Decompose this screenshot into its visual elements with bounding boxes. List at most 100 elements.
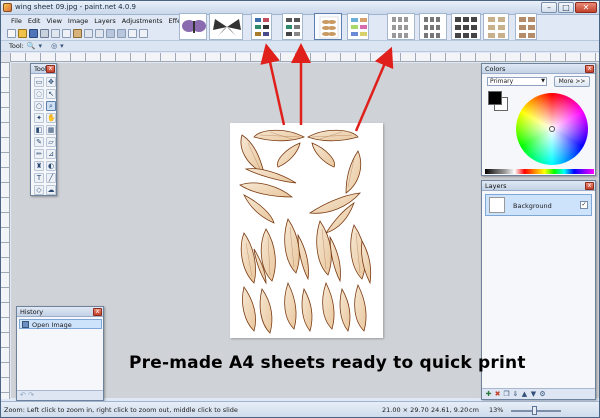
more-colors-button[interactable]: More >> <box>554 76 590 87</box>
add-layer-icon[interactable]: ✚ <box>485 390 492 398</box>
image-tab-5-active[interactable] <box>314 13 342 40</box>
zoom-slider-handle[interactable] <box>532 406 537 415</box>
ellipse-select-icon[interactable]: ○ <box>34 101 44 111</box>
tool-label: Tool: <box>9 42 24 50</box>
delete-layer-icon[interactable]: ✖ <box>494 390 501 398</box>
menu-adjustments[interactable]: Adjustments <box>122 17 163 25</box>
vertical-ruler <box>1 62 10 399</box>
clone-stamp-icon[interactable]: ♜ <box>34 161 44 171</box>
history-item-open-image[interactable]: Open Image <box>19 319 102 329</box>
paste-icon[interactable] <box>73 28 82 38</box>
deselect-icon[interactable] <box>95 28 104 38</box>
grid-icon[interactable] <box>128 28 137 38</box>
move-selection-icon[interactable]: ✥ <box>46 77 56 87</box>
menu-image[interactable]: Image <box>68 17 88 25</box>
menu-view[interactable]: View <box>46 17 61 25</box>
duplicate-layer-icon[interactable]: ❐ <box>503 390 510 398</box>
color-picker-icon[interactable]: ⊿ <box>46 149 56 159</box>
layer-visibility-checkbox[interactable]: ✓ <box>580 201 588 209</box>
close-icon[interactable]: x <box>585 65 594 73</box>
move-layer-down-icon[interactable]: ▼ <box>530 390 537 398</box>
color-wheel[interactable] <box>516 93 588 165</box>
move-layer-up-icon[interactable]: ▲ <box>521 390 528 398</box>
menu-file[interactable]: File <box>11 17 22 25</box>
layer-row-background[interactable]: Background ✓ <box>485 194 592 216</box>
image-tab-7[interactable] <box>387 13 415 40</box>
crop-icon[interactable] <box>84 28 93 38</box>
wing-sheet-thumbnail <box>519 17 535 38</box>
eraser-icon[interactable]: ▱ <box>46 137 56 147</box>
color-mode-select[interactable]: Primary ▼ <box>487 77 547 86</box>
redo-icon[interactable] <box>117 28 126 38</box>
image-tab-8[interactable] <box>419 13 447 40</box>
magic-wand-icon[interactable]: ✦ <box>34 113 44 123</box>
wing-sheet-thumbnail <box>392 17 408 38</box>
status-hint: Zoom: Left click to zoom in, right click… <box>4 406 238 414</box>
text-icon[interactable]: T <box>34 173 44 183</box>
print-icon[interactable] <box>40 28 49 38</box>
image-tab-10[interactable] <box>483 13 509 40</box>
move-icon[interactable]: ↖ <box>46 89 56 99</box>
pan-icon[interactable]: ✋ <box>46 113 56 123</box>
tools-panel: Tools x ▭ ✥ ◌ ↖ ○ ⌕ ✦ ✋ ◧ ▦ ✎ ▱ ✏ ⊿ ♜ ◐ … <box>30 63 57 196</box>
wing-sheet-thumbnail <box>319 16 339 39</box>
shapes-icon[interactable]: ◇ <box>34 185 44 195</box>
selection-mode-icon[interactable]: ◎ <box>51 42 57 50</box>
image-tab-2[interactable] <box>209 13 243 40</box>
rulers-icon[interactable] <box>139 28 148 38</box>
layers-panel-header: Layers x <box>482 181 595 191</box>
freeform-shape-icon[interactable]: ☁ <box>46 185 56 195</box>
cut-icon[interactable] <box>51 28 60 38</box>
image-tab-11[interactable] <box>515 13 537 40</box>
wing-sheet-thumbnail <box>255 18 269 36</box>
wing-sheet-thumbnail <box>488 17 505 38</box>
copy-icon[interactable] <box>62 28 71 38</box>
close-icon[interactable]: x <box>46 65 55 73</box>
save-icon[interactable] <box>29 28 38 38</box>
open-icon[interactable] <box>18 28 27 38</box>
image-tab-4[interactable] <box>282 13 303 40</box>
rectangle-select-icon[interactable]: ▭ <box>34 77 44 87</box>
zoom-icon[interactable]: ⌕ <box>46 101 56 111</box>
primary-color-swatch[interactable] <box>488 91 502 105</box>
history-undo-redo[interactable]: ↶ ↷ <box>17 390 103 400</box>
main-toolbar <box>1 27 179 39</box>
maximize-button[interactable]: □ <box>558 2 574 13</box>
status-bar: Zoom: Left click to zoom in, right click… <box>1 401 599 417</box>
image-tab-9[interactable] <box>451 13 481 40</box>
chevron-down-icon[interactable]: ▾ <box>39 42 43 50</box>
paint-bucket-icon[interactable]: ◧ <box>34 125 44 135</box>
close-icon[interactable]: x <box>93 308 102 316</box>
color-palette[interactable] <box>485 169 594 174</box>
butterfly-thumbnail <box>182 20 206 33</box>
image-tab-1[interactable] <box>179 13 207 40</box>
undo-icon[interactable] <box>106 28 115 38</box>
pencil-icon[interactable]: ✏ <box>34 149 44 159</box>
line-icon[interactable]: ╱ <box>46 173 56 183</box>
zoom-tool-icon[interactable]: 🔍 <box>27 42 36 50</box>
image-icon <box>22 321 29 328</box>
lasso-select-icon[interactable]: ◌ <box>34 89 44 99</box>
image-tab-6[interactable] <box>347 13 369 40</box>
paintbrush-icon[interactable]: ✎ <box>34 137 44 147</box>
zoom-level[interactable]: 13% <box>489 406 503 414</box>
layer-thumbnail <box>489 197 505 213</box>
wing-sheet-thumbnail <box>455 17 477 38</box>
layer-name: Background <box>513 202 552 210</box>
new-icon[interactable] <box>7 28 16 38</box>
gradient-icon[interactable]: ▦ <box>46 125 56 135</box>
image-tab-3[interactable] <box>251 13 272 40</box>
layer-properties-icon[interactable]: ⚙ <box>539 390 546 398</box>
chevron-down-icon[interactable]: ▾ <box>60 42 64 50</box>
tools-grid: ▭ ✥ ◌ ↖ ○ ⌕ ✦ ✋ ◧ ▦ ✎ ▱ ✏ ⊿ ♜ ◐ T ╱ ◇ ☁ <box>31 74 56 198</box>
menu-layers[interactable]: Layers <box>94 17 116 25</box>
recolor-icon[interactable]: ◐ <box>46 161 56 171</box>
merge-layer-icon[interactable]: ⇓ <box>512 390 519 398</box>
menu-edit[interactable]: Edit <box>28 17 41 25</box>
unit-select[interactable]: cm <box>469 406 479 414</box>
a4-wing-sheet[interactable] <box>230 123 383 338</box>
close-button[interactable]: ✕ <box>575 2 597 13</box>
close-icon[interactable]: x <box>585 182 594 190</box>
wing-sheet-thumbnail <box>424 17 440 38</box>
minimize-button[interactable]: – <box>541 2 557 13</box>
